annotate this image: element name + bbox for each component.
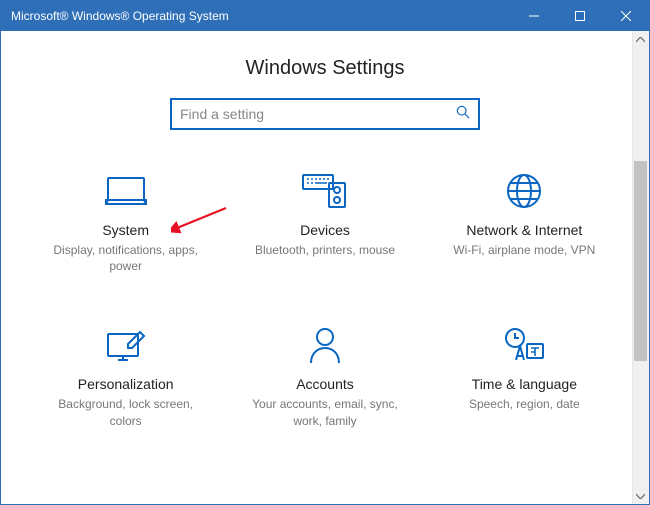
tile-desc: Wi-Fi, airplane mode, VPN	[453, 242, 595, 258]
tile-name: Network & Internet	[466, 222, 582, 238]
tile-desc: Display, notifications, apps, power	[46, 242, 206, 274]
scrollbar[interactable]	[632, 31, 649, 504]
scrollbar-thumb[interactable]	[634, 161, 647, 361]
tile-desc: Background, lock screen, colors	[46, 396, 206, 428]
minimize-icon	[529, 11, 539, 21]
tile-name: Accounts	[296, 376, 354, 392]
scrollbar-up-button[interactable]	[632, 31, 649, 48]
tile-devices[interactable]: Devices Bluetooth, printers, mouse	[230, 170, 419, 274]
page-title: Windows Settings	[11, 57, 639, 80]
tile-desc: Bluetooth, printers, mouse	[255, 242, 395, 258]
display-icon	[104, 170, 148, 212]
tile-network[interactable]: Network & Internet Wi-Fi, airplane mode,…	[430, 170, 619, 274]
maximize-icon	[575, 11, 585, 21]
search-icon	[456, 105, 470, 124]
close-icon	[621, 11, 631, 21]
minimize-button[interactable]	[511, 1, 557, 31]
search-input[interactable]	[180, 106, 456, 122]
globe-icon	[505, 170, 543, 212]
tile-desc: Your accounts, email, sync, work, family	[245, 396, 405, 428]
tile-personalization[interactable]: Personalization Background, lock screen,…	[31, 324, 220, 428]
tile-name: System	[102, 222, 149, 238]
maximize-button[interactable]	[557, 1, 603, 31]
tile-accounts[interactable]: Accounts Your accounts, email, sync, wor…	[230, 324, 419, 428]
devices-icon	[301, 170, 349, 212]
search-box[interactable]	[170, 98, 480, 130]
time-language-icon	[502, 324, 546, 366]
tile-time-language[interactable]: Time & language Speech, region, date	[430, 324, 619, 428]
tile-name: Time & language	[472, 376, 577, 392]
scrollbar-down-button[interactable]	[632, 487, 649, 504]
titlebar: Microsoft® Windows® Operating System	[1, 1, 649, 31]
tile-system[interactable]: System Display, notifications, apps, pow…	[31, 170, 220, 274]
personalization-icon	[104, 324, 148, 366]
window: Microsoft® Windows® Operating System Win…	[0, 0, 650, 505]
person-icon	[308, 324, 342, 366]
tile-name: Personalization	[78, 376, 174, 392]
window-title: Microsoft® Windows® Operating System	[1, 9, 511, 23]
chevron-up-icon	[636, 37, 645, 43]
body: Windows Settings System Display, notific…	[1, 31, 649, 504]
close-button[interactable]	[603, 1, 649, 31]
search-wrap	[11, 98, 639, 130]
content: Windows Settings System Display, notific…	[1, 31, 649, 504]
settings-grid: System Display, notifications, apps, pow…	[11, 170, 639, 429]
tile-desc: Speech, region, date	[469, 396, 580, 412]
chevron-down-icon	[636, 493, 645, 499]
tile-name: Devices	[300, 222, 350, 238]
